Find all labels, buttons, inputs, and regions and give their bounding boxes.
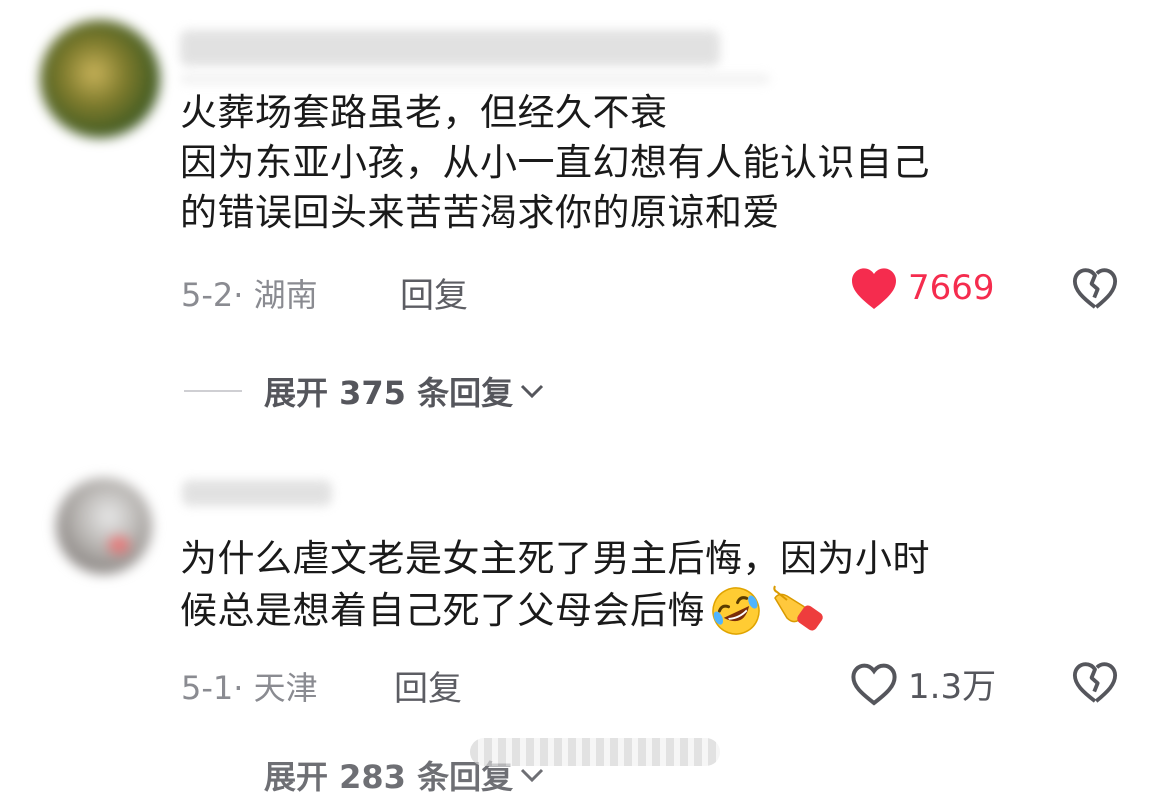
rofl-emoji-icon: [712, 587, 760, 635]
like-button[interactable]: 7669: [850, 266, 995, 310]
comment-line: 为什么虐文老是女主死了男主后悔，因为小时: [180, 537, 930, 580]
like-button[interactable]: 1.3万: [850, 659, 996, 708]
reply-button[interactable]: 回复: [394, 661, 462, 710]
expand-replies-label: 展开 375 条回复: [264, 374, 514, 412]
avatar[interactable]: [40, 20, 160, 138]
avatar[interactable]: [56, 478, 152, 574]
expand-replies-button[interactable]: 展开 375 条回复: [184, 368, 545, 414]
like-count: 7669: [908, 268, 995, 308]
chevron-down-icon: [521, 384, 544, 399]
chevron-down-icon: [521, 768, 544, 783]
comment-line-with-emoji: 候总是想着自己死了父母会后悔: [180, 584, 930, 638]
username-sub-blurred: [180, 74, 770, 84]
like-count: 1.3万: [908, 667, 997, 707]
comment-line: 候总是想着自己死了父母会后悔: [180, 589, 705, 632]
comment-line: 火葬场套路虽老，但经久不衰: [180, 91, 668, 134]
dislike-icon[interactable]: [1072, 266, 1118, 310]
dislike-icon[interactable]: [1072, 660, 1118, 704]
username-blurred[interactable]: [182, 480, 332, 506]
comment-date-location: 5-2· 湖南: [181, 276, 318, 314]
reply-button[interactable]: 回复: [400, 268, 468, 317]
heart-filled-icon: [852, 268, 896, 309]
watermark: [470, 738, 720, 766]
username-blurred[interactable]: [180, 30, 720, 66]
comment-text: 火葬场套路虽老，但经久不衰 因为东亚小孩，从小一直幻想有人能认识自己 的错误回头…: [180, 88, 930, 238]
comment-line: 因为东亚小孩，从小一直幻想有人能认识自己: [180, 141, 930, 184]
comment-date-location: 5-1· 天津: [181, 669, 318, 707]
pointing-hand-emoji-icon: [773, 585, 823, 631]
comment-line: 的错误回头来苦苦渴求你的原谅和爱: [180, 191, 780, 234]
comment-text: 为什么虐文老是女主死了男主后悔，因为小时 候总是想着自己死了父母会后悔: [180, 534, 930, 638]
heart-outline-icon: [851, 663, 897, 706]
divider-line: [184, 390, 242, 392]
